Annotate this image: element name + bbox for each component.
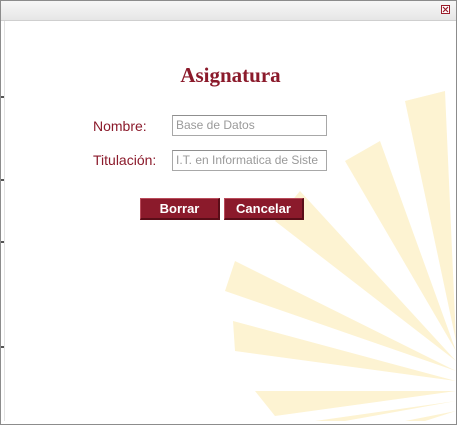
edge-artifact [1,241,4,243]
nombre-field[interactable]: Base de Datos [172,115,327,136]
edge-artifact [1,96,4,98]
titulacion-field[interactable]: I.T. en Informatica de Siste [172,150,327,171]
close-icon[interactable] [441,5,450,14]
dialog-content: Asignatura Nombre: Base de Datos Titulac… [4,21,456,421]
page-title: Asignatura [180,63,281,87]
edge-artifact [1,179,4,181]
titulacion-label: Titulación: [93,152,157,168]
cancel-button[interactable]: Cancelar [224,198,304,220]
dialog-window: Asignatura Nombre: Base de Datos Titulac… [0,0,457,425]
edge-artifact [1,346,4,348]
nombre-label: Nombre: [93,118,147,134]
delete-button[interactable]: Borrar [140,198,220,220]
dialog-titlebar [1,1,456,21]
